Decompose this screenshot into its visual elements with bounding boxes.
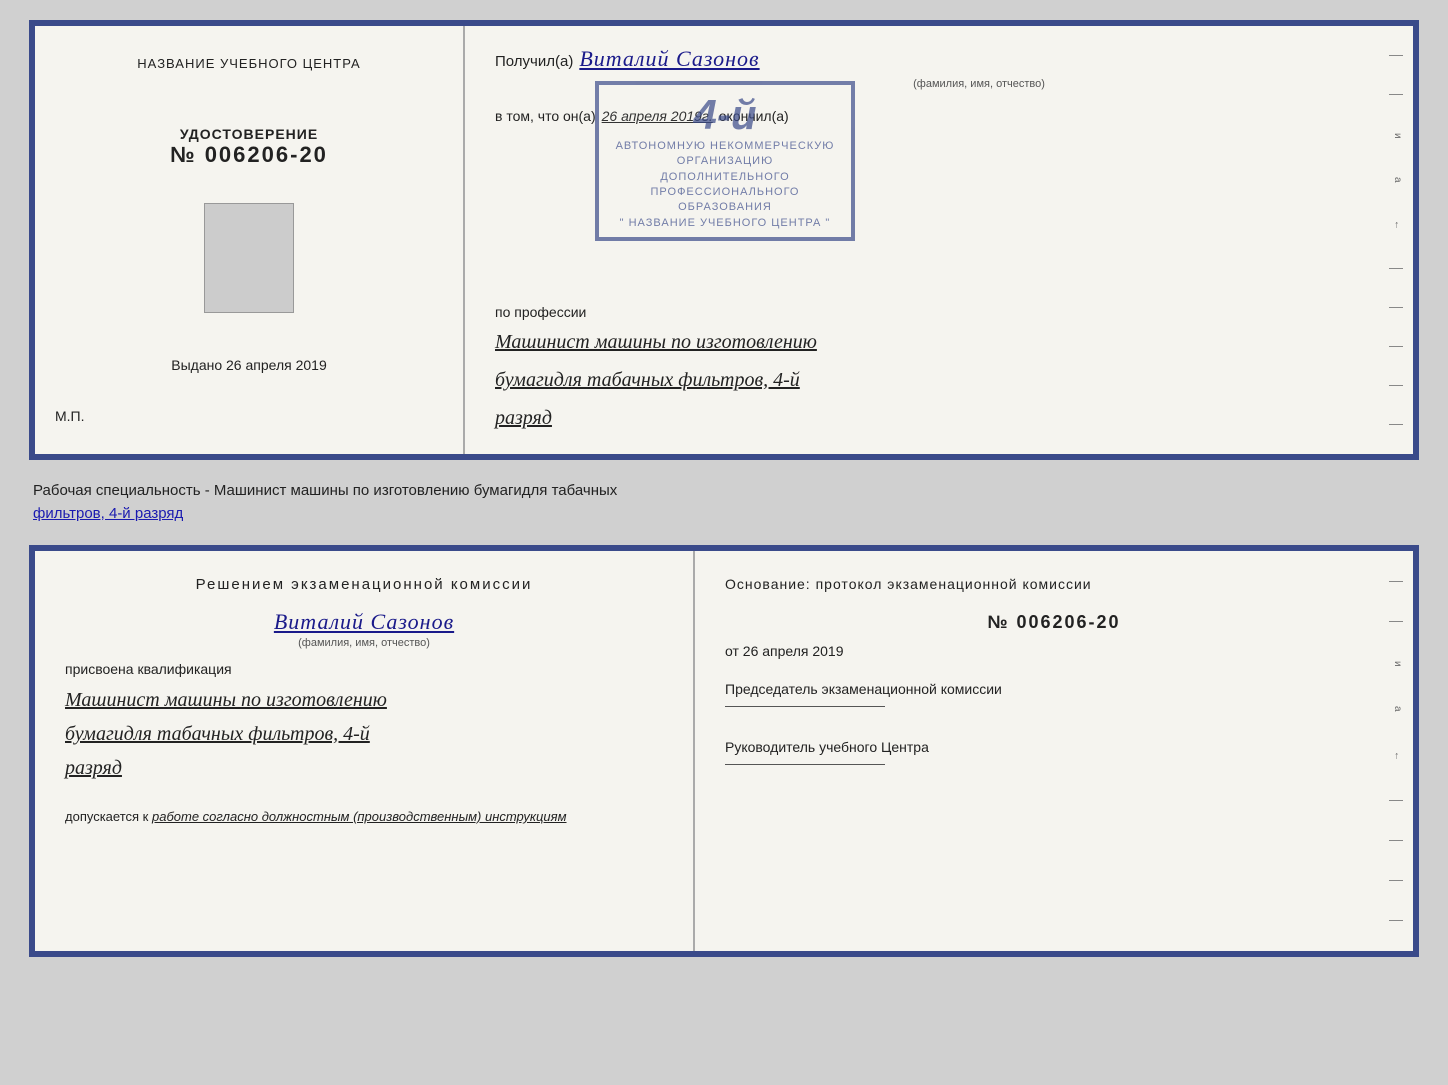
ot-prefix: от	[725, 643, 739, 659]
stamp-line1: АВТОНОМНУЮ НЕКОММЕРЧЕСКУЮ ОРГАНИЗАЦИЮ	[609, 139, 841, 170]
osnovanie-text: Основание: протокол экзаменационной коми…	[725, 576, 1383, 592]
bottom-name-handwritten: Виталий Сазонов	[65, 609, 663, 635]
cert-number: № 006206-20	[170, 142, 328, 168]
photo-placeholder	[204, 203, 294, 313]
cert-bottom-left-panel: Решением экзаменационной комиссии Витали…	[35, 551, 695, 951]
right-decoration-bottom: и а ←	[1383, 551, 1403, 951]
deco-letter-arrow: ←	[1392, 220, 1403, 230]
stamp-line3: " НАЗВАНИЕ УЧЕБНОГО ЦЕНТРА "	[620, 216, 831, 231]
deco-dash-3	[1389, 268, 1403, 269]
bottom-name-block: Виталий Сазонов (фамилия, имя, отчество)	[65, 609, 663, 649]
deco-letter-barrow: ←	[1392, 751, 1403, 761]
prisvoena-text: присвоена квалификация	[65, 661, 663, 677]
stamp-overlay: 4-й АВТОНОМНУЮ НЕКОММЕРЧЕСКУЮ ОРГАНИЗАЦИ…	[595, 81, 855, 241]
rukovoditel-signature-line	[725, 764, 885, 765]
deco-dash-5	[1389, 346, 1403, 347]
page-wrapper: НАЗВАНИЕ УЧЕБНОГО ЦЕНТРА УДОСТОВЕРЕНИЕ №…	[20, 20, 1428, 957]
ot-date-line: от 26 апреля 2019	[725, 643, 1383, 659]
training-center-label: НАЗВАНИЕ УЧЕБНОГО ЦЕНТРА	[137, 56, 360, 71]
vydano-date: 26 апреля 2019	[226, 357, 327, 373]
deco-dash-b3	[1389, 800, 1403, 801]
dopuskaetsya-line: допускается к работе согласно должностны…	[65, 809, 663, 824]
bottom-fio-label: (фамилия, имя, отчество)	[65, 637, 663, 649]
cert-top-left-panel: НАЗВАНИЕ УЧЕБНОГО ЦЕНТРА УДОСТОВЕРЕНИЕ №…	[35, 26, 465, 454]
deco-dash-2	[1389, 94, 1403, 95]
deco-letter-a: а	[1392, 177, 1403, 183]
deco-dash-b1	[1389, 581, 1403, 582]
ot-date: 26 апреля 2019	[743, 643, 844, 659]
predsedatel-signature-line	[725, 706, 885, 707]
rukovoditel-label: Руководитель учебного Центра	[725, 737, 1383, 758]
stamp-number: 4-й	[694, 91, 757, 139]
resheniem-title: Решением экзаменационной комиссии	[65, 576, 663, 593]
vydano-line: Выдано 26 апреля 2019	[171, 357, 327, 373]
kvalf-line3: разряд	[65, 751, 663, 785]
protocol-number: № 006206-20	[725, 612, 1383, 633]
middle-text-underline: фильтров, 4-й разряд	[33, 505, 183, 522]
predsedatel-label: Председатель экзаменационной комиссии	[725, 679, 1383, 700]
deco-dash-4	[1389, 307, 1403, 308]
deco-dash-b4	[1389, 840, 1403, 841]
profession-line1: Машинист машины по изготовлению	[495, 326, 1383, 358]
deco-dash-6	[1389, 385, 1403, 386]
middle-text-prefix: Рабочая специальность - Машинист машины …	[33, 482, 617, 499]
bottom-certificate: Решением экзаменационной комиссии Витали…	[29, 545, 1419, 957]
deco-letter-bi: и	[1392, 661, 1403, 667]
vtom-prefix: в том, что он(а)	[495, 108, 596, 124]
kvalf-line2: бумагидля табачных фильтров, 4-й	[65, 717, 663, 751]
deco-dash-b2	[1389, 621, 1403, 622]
stamp-line2: ДОПОЛНИТЕЛЬНОГО ПРОФЕССИОНАЛЬНОГО ОБРАЗО…	[609, 170, 841, 216]
predsedatel-block: Председатель экзаменационной комиссии	[725, 679, 1383, 707]
cert-number-block: УДОСТОВЕРЕНИЕ № 006206-20	[170, 126, 328, 168]
dopuskaetsya-text: работе согласно должностным (производств…	[152, 809, 567, 824]
udostoverenie-label: УДОСТОВЕРЕНИЕ	[170, 126, 328, 142]
deco-dash-7	[1389, 424, 1403, 425]
deco-letter-ba: а	[1392, 706, 1403, 712]
cert-bottom-right-panel: Основание: протокол экзаменационной коми…	[695, 551, 1413, 951]
deco-dash-1	[1389, 55, 1403, 56]
mp-label: М.П.	[55, 408, 85, 424]
dopuskaetsya-prefix: допускается к	[65, 809, 148, 824]
recipient-name: Виталий Сазонов	[579, 46, 759, 72]
top-certificate: НАЗВАНИЕ УЧЕБНОГО ЦЕНТРА УДОСТОВЕРЕНИЕ №…	[29, 20, 1419, 460]
po-professii-label: по профессии	[495, 304, 1383, 320]
right-decoration: и а ←	[1383, 26, 1403, 454]
profession-line3: разряд	[495, 402, 1383, 434]
deco-letter-i: и	[1392, 133, 1403, 139]
rukovoditel-block: Руководитель учебного Центра	[725, 737, 1383, 765]
vydano-label: Выдано	[171, 357, 222, 373]
deco-dash-b6	[1389, 920, 1403, 921]
profession-line2: бумагидля табачных фильтров, 4-й	[495, 364, 1383, 396]
middle-text-content: Рабочая специальность - Машинист машины …	[33, 480, 1415, 525]
deco-dash-b5	[1389, 880, 1403, 881]
cert-top-right-panel: Получил(а) Виталий Сазонов (фамилия, имя…	[465, 26, 1413, 454]
kvalf-line1: Машинист машины по изготовлению	[65, 683, 663, 717]
middle-text-block: Рабочая специальность - Машинист машины …	[29, 472, 1419, 533]
poluchil-prefix: Получил(а)	[495, 53, 573, 70]
